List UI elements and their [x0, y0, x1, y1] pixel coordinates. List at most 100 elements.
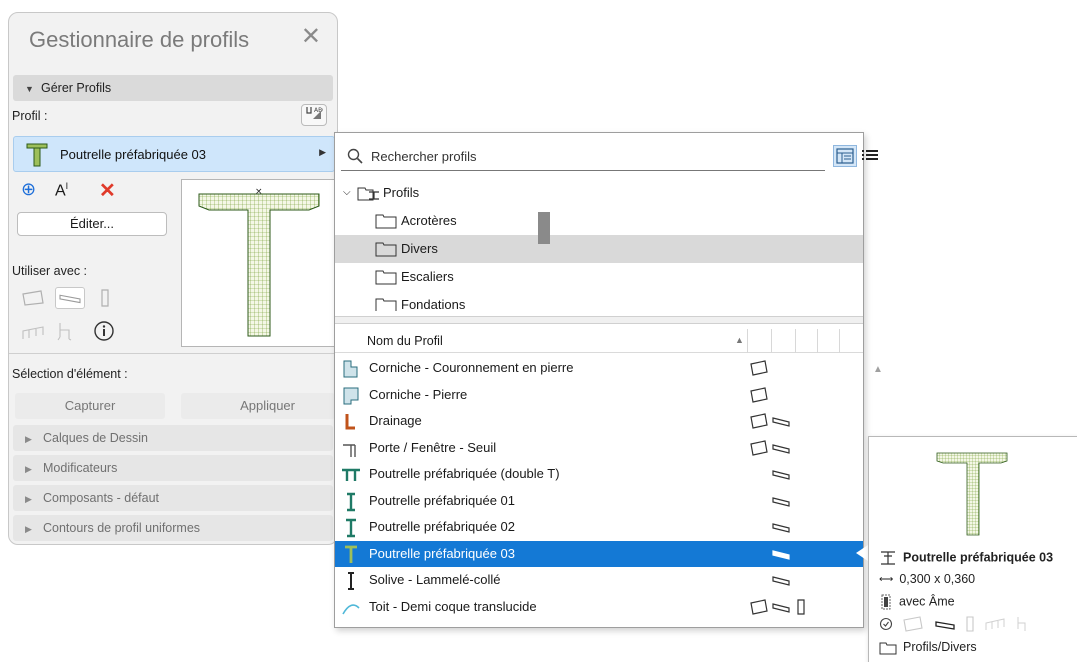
- close-icon[interactable]: ✕: [301, 25, 321, 49]
- column-icon: [797, 598, 805, 615]
- profile-name: Poutrelle préfabriquée 02: [369, 519, 515, 534]
- profile-row[interactable]: Poutrelle préfabriquée 03: [335, 540, 863, 567]
- profile-type-icon: [343, 443, 356, 457]
- wall-icon: [750, 439, 768, 456]
- profile-row[interactable]: Toit - Demi coque translucide: [335, 594, 863, 620]
- tree-folder-row-selected[interactable]: Divers: [335, 235, 863, 263]
- list-header: Nom du Profil ▲: [335, 329, 863, 353]
- beam-icon: [772, 523, 790, 533]
- divider: [9, 353, 337, 354]
- tree-scrollbar-thumb[interactable]: [538, 212, 550, 244]
- folder-icon: [375, 214, 397, 229]
- section-label: Contours de profil uniformes: [43, 521, 201, 535]
- column-separator: [817, 329, 818, 353]
- profile-tooltip: Poutrelle préfabriquée 03 ⟷ 0,300 x 0,360…: [868, 436, 1077, 662]
- wall-icon[interactable]: [21, 289, 45, 307]
- section-modifiers[interactable]: ▶ Modificateurs: [13, 455, 333, 481]
- edit-button[interactable]: Éditer...: [17, 212, 167, 236]
- section-label: Calques de Dessin: [43, 431, 148, 445]
- profile-row[interactable]: Corniche - Pierre: [335, 382, 863, 408]
- railing-icon: [985, 618, 1005, 630]
- column-separator: [747, 329, 748, 353]
- column-separator: [771, 329, 772, 353]
- folder-icon: [375, 242, 397, 257]
- object-icon[interactable]: [55, 321, 75, 341]
- tree-root-profiles[interactable]: ⌵ Profils: [335, 179, 863, 207]
- profile-type-icon: [343, 360, 358, 378]
- tree-folder-row[interactable]: Escaliers: [335, 263, 863, 291]
- list-view-button[interactable]: [859, 145, 883, 167]
- capture-button[interactable]: Capturer: [15, 393, 165, 419]
- railing-icon[interactable]: [21, 323, 45, 341]
- profile-settings-button[interactable]: ABC: [301, 104, 327, 126]
- check-circle-icon: [879, 617, 893, 631]
- folder-tree: ⌵ Profils Acrotères Divers Escaliers Fon…: [335, 179, 863, 311]
- column-icon[interactable]: [99, 288, 111, 308]
- core-icon: [881, 594, 891, 610]
- add-profile-icon[interactable]: ⊕: [21, 179, 36, 200]
- wall-icon: [750, 598, 768, 615]
- element-selection-label: Sélection d'élément :: [12, 367, 128, 381]
- section-label: Composants - défaut: [43, 491, 160, 505]
- profile-row[interactable]: Drainage: [335, 408, 863, 434]
- selected-profile-name: Poutrelle préfabriquée 03: [60, 147, 206, 162]
- profile-name: Toit - Demi coque translucide: [369, 598, 537, 614]
- profile-name: Poutrelle préfabriquée (double T): [369, 466, 560, 481]
- wall-icon: [750, 360, 768, 376]
- i-beam-icon: [881, 551, 895, 565]
- beam-icon: [772, 470, 790, 480]
- chevron-right-icon: ▶: [319, 147, 326, 157]
- profile-type-icon: [343, 387, 359, 404]
- profile-name: Poutrelle préfabriquée 03: [369, 545, 515, 561]
- delete-icon[interactable]: ✕: [99, 178, 116, 203]
- triangle-down-icon: ▼: [25, 84, 34, 94]
- tree-view-button[interactable]: [833, 145, 857, 167]
- tree-folder-row[interactable]: Acrotères: [335, 207, 863, 235]
- section-manage-profiles[interactable]: ▼ Gérer Profils: [13, 75, 333, 101]
- profile-row[interactable]: Solive - Lammelé-collé: [335, 567, 863, 593]
- profile-row[interactable]: Porte / Fenêtre - Seuil: [335, 435, 863, 461]
- wall-icon: [903, 616, 924, 632]
- tree-view-icon: [836, 148, 854, 164]
- profile-name: Poutrelle préfabriquée 01: [369, 492, 515, 508]
- svg-text:ABC: ABC: [314, 107, 323, 114]
- use-with-label: Utiliser avec :: [12, 264, 88, 278]
- info-icon[interactable]: [93, 320, 115, 342]
- profile-row[interactable]: Corniche - Couronnement en pierre: [335, 355, 863, 381]
- column-separator: [839, 329, 840, 353]
- triangle-right-icon: ▶: [25, 524, 32, 534]
- profile-row[interactable]: Poutrelle préfabriquée (double T): [335, 461, 863, 487]
- profile-settings-icon: ABC: [306, 107, 326, 119]
- folder-label: Acrotères: [401, 213, 457, 228]
- beam-icon: [935, 621, 955, 630]
- column-separator: [795, 329, 796, 353]
- rename-icon[interactable]: AI: [55, 181, 68, 200]
- profile-selector[interactable]: Poutrelle préfabriquée 03 ▶: [13, 136, 335, 172]
- column-header-name[interactable]: Nom du Profil: [367, 334, 443, 348]
- profile-manager-panel: Gestionnaire de profils ✕ ▼ Gérer Profils…: [8, 12, 338, 545]
- wall-icon: [750, 413, 768, 429]
- search-placeholder: Rechercher profils: [371, 149, 477, 164]
- pane-splitter[interactable]: [335, 316, 863, 324]
- object-icon: [1017, 617, 1026, 631]
- tree-root-label: Profils: [383, 185, 420, 200]
- profile-type-icon: [348, 572, 354, 590]
- profile-row[interactable]: Poutrelle préfabriquée 01: [335, 488, 863, 514]
- tooltip-dimensions: 0,300 x 0,360: [899, 572, 976, 586]
- wall-icon: [750, 386, 768, 403]
- tooltip-path-row: Profils/Divers: [879, 640, 977, 655]
- dimension-arrows-icon: ⟷: [879, 574, 894, 586]
- section-default-components[interactable]: ▶ Composants - défaut: [13, 485, 333, 511]
- beam-icon: [772, 602, 790, 613]
- tree-folder-row[interactable]: Fondations: [335, 291, 863, 311]
- section-drawing-layers[interactable]: ▶ Calques de Dessin: [13, 425, 333, 451]
- profile-row[interactable]: Poutrelle préfabriquée 02: [335, 514, 863, 540]
- tooltip-path: Profils/Divers: [903, 640, 977, 654]
- scroll-up-icon[interactable]: ▲: [873, 364, 883, 375]
- profile-type-icon: [347, 492, 355, 511]
- apply-button[interactable]: Appliquer: [181, 393, 335, 419]
- beam-icon[interactable]: [55, 287, 85, 309]
- section-uniform-contours[interactable]: ▶ Contours de profil uniformes: [13, 515, 333, 541]
- profile-type-icon: [346, 518, 356, 538]
- search-field[interactable]: Rechercher profils: [341, 143, 825, 171]
